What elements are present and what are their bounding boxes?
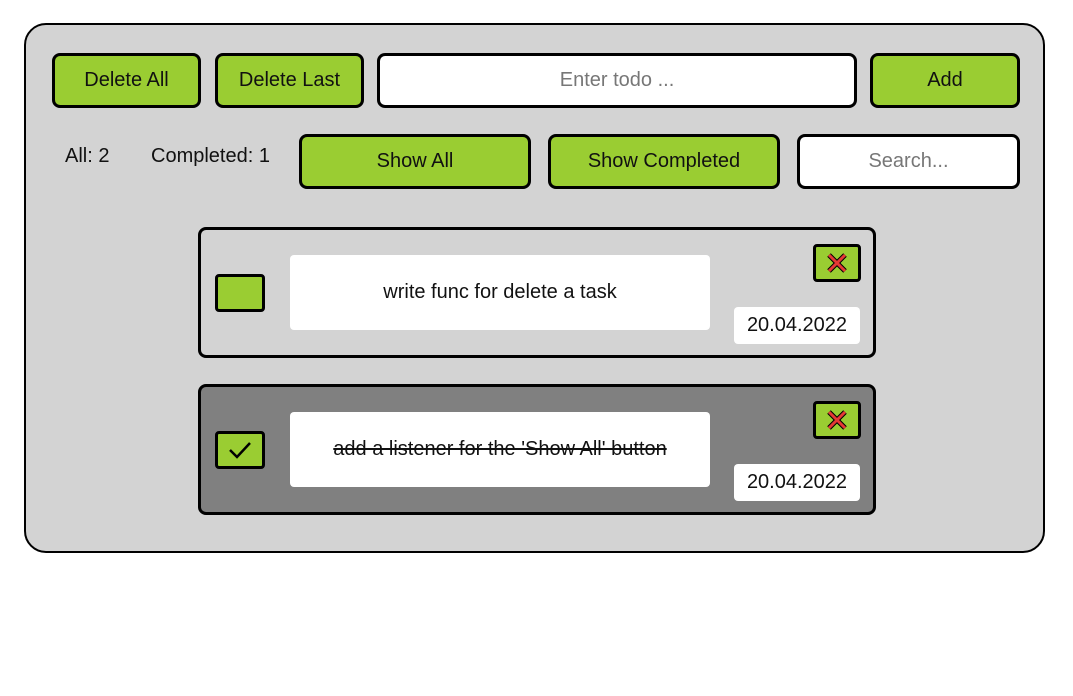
all-count: All: 2 bbox=[65, 145, 110, 167]
task-text-box: write func for delete a task bbox=[290, 255, 710, 330]
search-input[interactable] bbox=[797, 134, 1020, 189]
add-button[interactable]: Add bbox=[870, 53, 1020, 108]
todo-app-panel: Delete All Delete Last Add All: 2 Comple… bbox=[24, 23, 1045, 553]
task-text: write func for delete a task bbox=[383, 281, 617, 303]
task-text-box: add a listener for the 'Show All' button bbox=[290, 412, 710, 487]
checkmark-icon bbox=[229, 442, 251, 459]
delete-last-button[interactable]: Delete Last bbox=[215, 53, 364, 108]
task-text: add a listener for the 'Show All' button bbox=[333, 438, 667, 460]
delete-task-button[interactable] bbox=[813, 401, 861, 439]
delete-all-button[interactable]: Delete All bbox=[52, 53, 201, 108]
delete-task-button[interactable] bbox=[813, 244, 861, 282]
show-completed-button[interactable]: Show Completed bbox=[548, 134, 780, 189]
task-checkbox[interactable] bbox=[215, 274, 265, 312]
task-item: write func for delete a task 20.04.2022 bbox=[198, 227, 876, 358]
show-all-button[interactable]: Show All bbox=[299, 134, 531, 189]
task-item-completed: add a listener for the 'Show All' button… bbox=[198, 384, 876, 515]
task-checkbox-checked[interactable] bbox=[215, 431, 265, 469]
completed-count: Completed: 1 bbox=[151, 145, 270, 167]
close-x-icon bbox=[827, 253, 847, 273]
task-date: 20.04.2022 bbox=[734, 307, 860, 344]
task-date: 20.04.2022 bbox=[734, 464, 860, 501]
close-x-icon bbox=[827, 410, 847, 430]
todo-input[interactable] bbox=[377, 53, 857, 108]
